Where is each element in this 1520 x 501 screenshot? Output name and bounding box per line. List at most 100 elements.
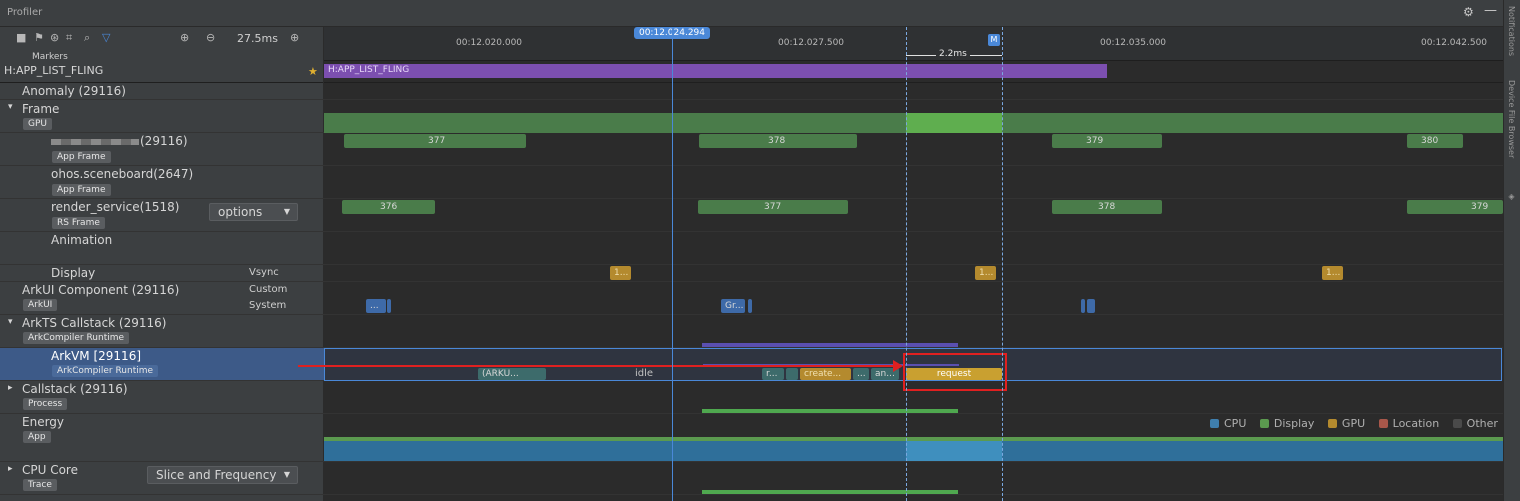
- filter-icon[interactable]: ▽: [102, 31, 110, 44]
- options-select[interactable]: options ▼: [209, 203, 298, 221]
- frame-slice[interactable]: 377: [344, 134, 526, 148]
- vsync-mark[interactable]: 1...: [610, 266, 631, 280]
- arkui-tag: ArkUI: [23, 299, 58, 311]
- legend-cpu: CPU: [1224, 417, 1247, 430]
- marker-name[interactable]: H:APP_LIST_FLING: [4, 64, 103, 77]
- render-service-label[interactable]: render_service(1518): [51, 200, 179, 214]
- display-sub: Vsync: [249, 267, 279, 278]
- arkvm-slice[interactable]: [786, 368, 798, 380]
- energy-selected[interactable]: [906, 441, 1002, 461]
- arkvm-slice[interactable]: ...: [853, 368, 869, 380]
- frame-slice[interactable]: 378: [699, 134, 857, 148]
- app-frame-row: (29116) App Frame 377 378 379 380: [0, 133, 1503, 166]
- animation-label[interactable]: Animation: [51, 233, 112, 247]
- arkvm-slice[interactable]: create...: [800, 368, 851, 380]
- vsync-mark[interactable]: 1...: [1322, 266, 1343, 280]
- callstack-summary-bar[interactable]: [702, 409, 958, 413]
- app-frame-label[interactable]: (29116): [140, 134, 188, 148]
- profiler-titlebar: Profiler ⚙ —: [0, 0, 1520, 27]
- marker-bar-label: H:APP_LIST_FLING: [328, 65, 410, 75]
- frame-slice[interactable]: 379: [1407, 200, 1503, 214]
- anomaly-row: Anomaly (29116): [0, 83, 1503, 100]
- legend-location: Location: [1392, 417, 1440, 430]
- sceneboard-row: ohos.sceneboard(2647) App Frame: [0, 166, 1503, 199]
- render-service-tag: RS Frame: [52, 217, 105, 229]
- energy-label[interactable]: Energy: [22, 415, 64, 429]
- slice-frequency-select[interactable]: Slice and Frequency ▼: [147, 466, 298, 484]
- range-duration: 2.2ms: [936, 49, 970, 59]
- frame-label[interactable]: Frame: [22, 102, 59, 116]
- redacted-process-name: [51, 139, 139, 145]
- cpu-core-label[interactable]: CPU Core: [22, 463, 78, 477]
- cpu-core-row: ▸ CPU Core Trace Slice and Frequency ▼: [0, 462, 1503, 495]
- arkui-sub-system: System: [249, 300, 287, 311]
- collapse-icon[interactable]: ▸: [8, 464, 13, 474]
- arkui-slice[interactable]: Gr...: [721, 299, 745, 313]
- legend-swatch-gpu: [1327, 419, 1337, 428]
- extra-tool-icon[interactable]: ◈: [1507, 192, 1516, 201]
- zoom-in-icon[interactable]: ⊕: [180, 31, 189, 44]
- energy-tag: App: [23, 431, 51, 443]
- expand-icon[interactable]: ▾: [8, 317, 13, 327]
- minimize-icon[interactable]: —: [1484, 3, 1497, 18]
- callstack-label[interactable]: Callstack (29116): [22, 382, 128, 396]
- arkui-slice[interactable]: [387, 299, 391, 313]
- range-end-line: [1002, 27, 1003, 501]
- range-marker-icon[interactable]: M: [988, 34, 1000, 46]
- star-icon[interactable]: ★: [308, 65, 318, 78]
- settings-gear-icon[interactable]: ⚙: [1463, 5, 1474, 19]
- marker-bar[interactable]: H:APP_LIST_FLING: [324, 64, 1107, 78]
- display-row: Display Vsync 1... 1... 1...: [0, 265, 1503, 282]
- arkvm-slice[interactable]: (ARKU...: [478, 368, 546, 380]
- arkui-slice[interactable]: [1081, 299, 1085, 313]
- zoom-reset-icon[interactable]: ⊕: [290, 31, 299, 44]
- notifications-tab[interactable]: Notifications: [1507, 6, 1516, 56]
- animation-row: Animation: [0, 232, 1503, 265]
- chevron-down-icon: ▼: [283, 207, 290, 216]
- arkvm-idle: idle: [635, 368, 654, 379]
- zoom-out-icon[interactable]: ⊖: [206, 31, 215, 44]
- markers-header: Markers: [32, 52, 68, 62]
- arkui-slice[interactable]: [748, 299, 752, 313]
- anomaly-label[interactable]: Anomaly (29116): [22, 84, 126, 98]
- vsync-mark[interactable]: 1...: [975, 266, 996, 280]
- expand-icon[interactable]: ▾: [8, 102, 13, 112]
- arkui-slice[interactable]: ...: [366, 299, 386, 313]
- arkts-row: ▾ ArkTS Callstack (29116) ArkCompiler Ru…: [0, 315, 1503, 348]
- arkvm-label-area[interactable]: ArkVM [29116] ArkCompiler Runtime: [0, 348, 324, 381]
- cpu-summary-bar[interactable]: [702, 490, 958, 494]
- legend-swatch-display: [1259, 419, 1269, 428]
- annotation-arrow-head: [893, 360, 903, 372]
- arkvm-label[interactable]: ArkVM [29116]: [51, 349, 141, 363]
- annotation-arrow-line: [298, 365, 900, 367]
- gpu-frame-selected[interactable]: [906, 113, 1002, 133]
- display-label[interactable]: Display: [51, 266, 95, 280]
- frame-slice[interactable]: 377: [698, 200, 848, 214]
- search-icon[interactable]: ⌕: [84, 31, 90, 45]
- frame-slice[interactable]: 378: [1052, 200, 1162, 214]
- capture-icon[interactable]: ⌗: [66, 31, 72, 45]
- record-icon[interactable]: ⊛: [50, 31, 59, 44]
- app-frame-tag: App Frame: [52, 151, 111, 163]
- legend-gpu: GPU: [1341, 417, 1366, 430]
- sceneboard-tag: App Frame: [52, 184, 111, 196]
- range-measure: 2.2ms: [906, 49, 1002, 61]
- frame-slice[interactable]: 380: [1407, 134, 1463, 148]
- arkvm-slice[interactable]: r...: [762, 368, 784, 380]
- sceneboard-label[interactable]: ohos.sceneboard(2647): [51, 167, 193, 181]
- arkui-slice[interactable]: [1087, 299, 1095, 313]
- arkui-label[interactable]: ArkUI Component (29116): [22, 283, 179, 297]
- frame-slice[interactable]: 379: [1052, 134, 1162, 148]
- energy-legend: CPU Display GPU Location Other: [1200, 417, 1498, 430]
- arkui-sub-custom: Custom: [249, 284, 288, 295]
- frame-slice[interactable]: 376: [342, 200, 435, 214]
- stop-icon[interactable]: ■: [16, 31, 26, 44]
- callstack-summary-bar[interactable]: [702, 343, 958, 347]
- collapse-icon[interactable]: ▸: [8, 383, 13, 393]
- tick-label: 00:12.027.500: [778, 38, 845, 48]
- flag-icon[interactable]: ⚑: [34, 31, 44, 44]
- callstack-tag: Process: [23, 398, 68, 410]
- device-file-browser-tab[interactable]: Device File Browser: [1507, 80, 1516, 158]
- arkts-label[interactable]: ArkTS Callstack (29116): [22, 316, 166, 330]
- arkvm-tag: ArkCompiler Runtime: [52, 365, 159, 377]
